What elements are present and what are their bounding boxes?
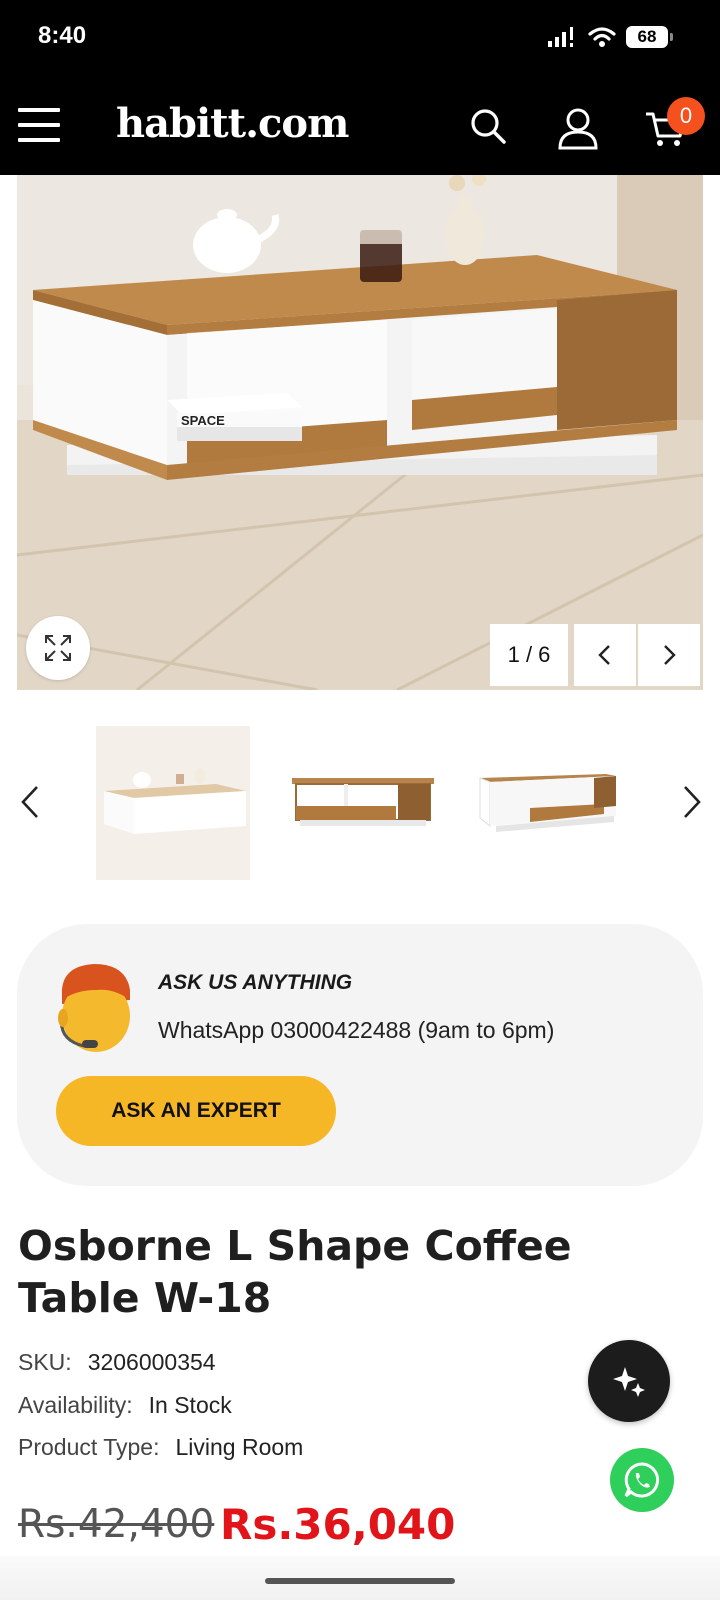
whatsapp-button[interactable] [610, 1448, 674, 1512]
whatsapp-phone[interactable]: WhatsApp 03000422488 (9am to 6pm) [158, 1017, 554, 1044]
product-title: Osborne L Shape Coffee Table W-18 [18, 1222, 572, 1322]
image-counter: 1 / 6 [490, 624, 568, 686]
chevron-right-icon [664, 645, 676, 665]
sku-row: SKU: 3206000354 [18, 1349, 216, 1376]
product-main-image[interactable]: SPACE [17, 175, 703, 690]
sparkle-icon [613, 1367, 645, 1397]
thumbnail-3[interactable] [476, 726, 630, 880]
user-icon[interactable] [556, 106, 600, 150]
ask-expert-button[interactable]: ASK AN EXPERT [56, 1076, 336, 1146]
chevron-left-icon [21, 786, 38, 818]
thumbnail-1[interactable] [96, 726, 250, 880]
product-type-row: Product Type: Living Room [18, 1434, 303, 1461]
thumbnails-prev-button[interactable] [14, 780, 46, 824]
image-next-button[interactable] [638, 624, 700, 686]
whatsapp-icon [624, 1462, 660, 1498]
expand-icon[interactable] [26, 616, 90, 680]
chevron-right-icon [684, 786, 701, 818]
availability-value: In Stock [148, 1392, 232, 1418]
sku-value: 3206000354 [87, 1349, 216, 1375]
sku-label: SKU: [18, 1349, 72, 1375]
product-type-label: Product Type: [18, 1434, 160, 1460]
search-icon[interactable] [468, 106, 512, 150]
home-indicator[interactable] [265, 1578, 455, 1584]
battery-icon: 68 [626, 26, 673, 48]
product-type-value: Living Room [175, 1434, 304, 1460]
ask-title: ASK US ANYTHING [158, 971, 353, 994]
chevron-left-icon [598, 645, 610, 665]
image-prev-button[interactable] [574, 624, 636, 686]
signal-icon [548, 27, 573, 47]
site-header: habitt.com [0, 78, 720, 175]
wifi-icon [588, 27, 616, 47]
menu-icon[interactable] [18, 108, 60, 144]
status-icons: 68 [548, 26, 673, 48]
original-price: Rs.42,400 [18, 1502, 215, 1547]
ai-assistant-button[interactable] [588, 1340, 670, 1422]
book-spine-text: SPACE [181, 413, 225, 428]
thumbnails-next-button[interactable] [676, 780, 708, 824]
sale-price: Rs.36,040 [220, 1500, 456, 1549]
support-agent-icon [54, 960, 138, 1056]
site-logo[interactable]: habitt.com [116, 100, 349, 147]
availability-row: Availability: In Stock [18, 1392, 232, 1419]
status-time: 8:40 [38, 22, 87, 49]
thumbnail-2[interactable] [286, 726, 440, 880]
cart-count-badge[interactable]: 0 [667, 97, 705, 135]
availability-label: Availability: [18, 1392, 133, 1418]
status-bar: 8:40 68 [0, 0, 720, 78]
